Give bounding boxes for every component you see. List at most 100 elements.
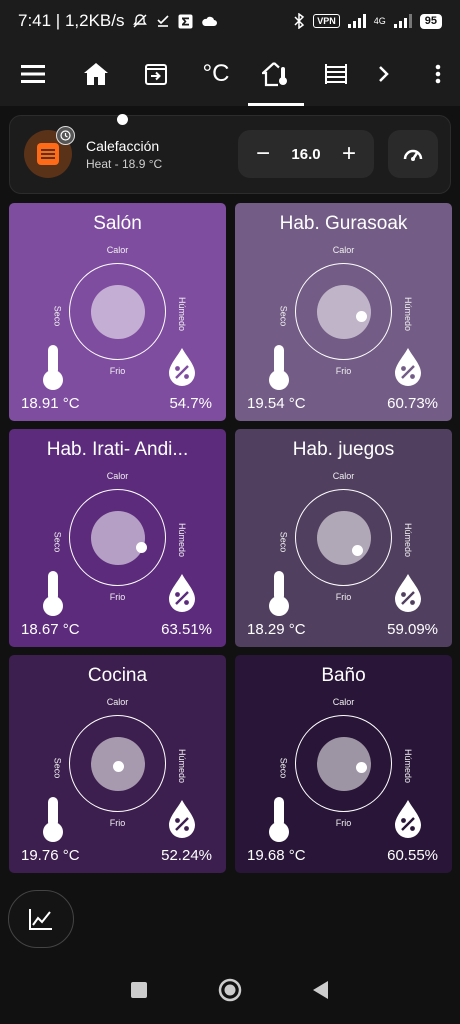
chevron-right-icon <box>379 66 389 82</box>
tab-entrance[interactable] <box>126 42 186 106</box>
back-triangle-icon <box>313 980 328 999</box>
room-temperature: 19.54 °C <box>247 395 306 412</box>
room-humidity: 60.55% <box>387 847 438 864</box>
room-card[interactable]: Baño Calor Frio Seco Húmedo 19.68 °C 60.55% <box>235 655 452 873</box>
comfort-zone-core <box>317 511 371 565</box>
humidity-drop-icon <box>395 800 421 838</box>
room-card[interactable]: Hab. Irati- Andi... Calor Frio Seco Húmedo 18… <box>9 429 226 647</box>
room-temperature: 18.29 °C <box>247 621 306 638</box>
celsius-icon: °C <box>202 60 230 87</box>
sigma-app-icon <box>178 14 193 29</box>
recents-button[interactable] <box>130 981 148 1004</box>
comfort-label-hot: Calor <box>332 697 355 707</box>
menu-button[interactable] <box>0 42 66 106</box>
room-humidity: 52.24% <box>161 847 212 864</box>
comfort-label-humid: Húmedo <box>403 748 414 784</box>
humidity-drop-icon <box>169 800 195 838</box>
comfort-indicator-dot <box>356 762 367 773</box>
setpoint-value: 16.0 <box>291 145 321 163</box>
comfort-label-hot: Calor <box>106 471 129 481</box>
room-name: Hab. Irati- Andi... <box>46 439 189 460</box>
room-temperature: 18.67 °C <box>21 621 80 638</box>
room-name: Cocina <box>87 665 148 686</box>
thermometer-icon <box>43 797 63 842</box>
overflow-menu-button[interactable] <box>416 42 460 106</box>
cloud-icon <box>201 15 218 27</box>
tab-home[interactable] <box>66 42 126 106</box>
app-bar: °C <box>0 42 460 106</box>
heating-thermostat-card[interactable]: Calefacción Heat - 18.9 °C − 16.0 + <box>9 115 451 194</box>
battery-level: 95 <box>419 13 442 29</box>
room-card[interactable]: Hab. Gurasoak Calor Frio Seco Húmedo 19.54 °C… <box>235 203 452 421</box>
tab-temperature[interactable]: °C <box>186 42 246 106</box>
comfort-zone-core <box>91 511 145 565</box>
comfort-indicator-dot <box>117 114 128 125</box>
room-name: Hab. juegos <box>292 439 395 460</box>
schedule-clock-icon <box>56 126 75 145</box>
comfort-indicator-dot <box>352 545 363 556</box>
humidity-drop-icon <box>169 348 195 386</box>
comfort-label-humid: Húmedo <box>177 748 188 784</box>
hamburger-menu-icon <box>21 65 45 83</box>
humidity-drop-icon <box>395 574 421 612</box>
thermometer-icon <box>43 345 63 390</box>
comfort-indicator-dot <box>356 311 367 322</box>
comfort-label-dry: Seco <box>278 531 289 553</box>
status-bar: 7:41 | 1,2KB/s VPN 4G 95 <box>0 0 460 42</box>
room-temperature: 18.91 °C <box>21 395 80 412</box>
home-thermometer-icon <box>262 62 287 87</box>
heating-status: Heat - 18.9 °C <box>86 157 163 171</box>
room-temperature: 19.68 °C <box>247 847 306 864</box>
tab-climate-rooms[interactable] <box>246 42 306 106</box>
comfort-label-humid: Húmedo <box>403 522 414 558</box>
comfort-label-hot: Calor <box>332 245 355 255</box>
heating-title: Calefacción <box>86 138 160 154</box>
comfort-label-dry: Seco <box>52 531 63 553</box>
home-nav-button[interactable] <box>218 978 242 1007</box>
room-name: Baño <box>321 665 366 686</box>
hvac-mode-button[interactable] <box>388 130 438 178</box>
decrease-setpoint-button[interactable]: − <box>252 142 274 166</box>
comfort-label-humid: Húmedo <box>403 296 414 332</box>
room-humidity: 59.09% <box>387 621 438 638</box>
humidity-drop-icon <box>395 348 421 386</box>
comfort-label-humid: Húmedo <box>177 296 188 332</box>
status-time: 7:41 | 1,2KB/s <box>18 11 125 30</box>
room-humidity: 60.73% <box>387 395 438 412</box>
square-icon <box>131 981 147 998</box>
signal-icon <box>347 14 366 28</box>
vpn-badge: VPN <box>313 14 340 28</box>
room-name: Hab. Gurasoak <box>279 213 408 234</box>
room-card[interactable]: Salón Calor Frio Seco Húmedo 18.91 °C 54.7% <box>9 114 226 421</box>
entrance-icon <box>145 64 167 85</box>
signal-2-icon <box>393 14 412 28</box>
room-humidity: 54.7% <box>169 395 212 412</box>
comfort-label-hot: Calor <box>106 245 129 255</box>
comfort-label-hot: Calor <box>106 697 129 707</box>
thermostat-mode-icon <box>403 149 423 161</box>
tab-radiators[interactable] <box>306 42 366 106</box>
comfort-label-hot: Calor <box>332 471 355 481</box>
comfort-indicator-dot <box>113 761 124 772</box>
system-navigation-bar <box>0 960 460 1024</box>
comfort-indicator-dot <box>136 542 147 553</box>
comfort-label-dry: Seco <box>52 305 63 327</box>
history-graph-button[interactable] <box>8 890 74 948</box>
bluetooth-icon <box>293 13 305 29</box>
mute-notifications-icon <box>132 13 148 29</box>
chart-line-icon <box>29 909 52 930</box>
tabs-scroll-right-button[interactable] <box>366 42 402 106</box>
room-card[interactable]: Cocina Calor Frio Seco Húmedo 19.76 °C 52.24% <box>9 655 226 873</box>
room-temperature: 19.76 °C <box>21 847 80 864</box>
network-type: 4G <box>373 16 386 26</box>
back-button[interactable] <box>312 980 330 1005</box>
more-vert-icon <box>435 64 441 84</box>
comfort-zone-core <box>91 285 145 339</box>
room-humidity: 63.51% <box>161 621 212 638</box>
comfort-label-humid: Húmedo <box>177 522 188 558</box>
thermometer-icon <box>43 571 63 616</box>
radiator-heat-icon <box>37 143 59 165</box>
room-card[interactable]: Hab. juegos Calor Frio Seco Húmedo 18.29 °C 59… <box>235 429 452 647</box>
increase-setpoint-button[interactable]: + <box>338 142 360 166</box>
setpoint-control: − 16.0 + <box>238 130 374 178</box>
